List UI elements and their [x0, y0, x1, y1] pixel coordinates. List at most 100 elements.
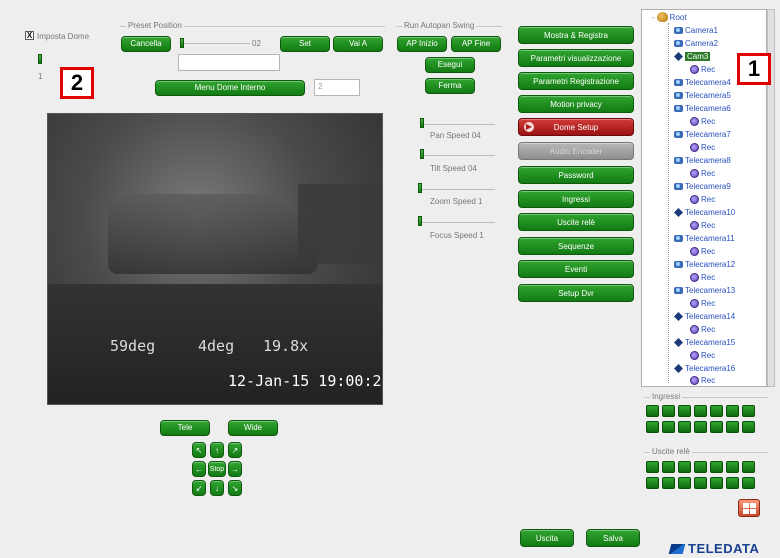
tree-camera-label: Telecamera6	[685, 104, 731, 113]
camera-icon	[674, 287, 683, 294]
dome-camera-icon	[674, 338, 683, 347]
focus-speed-thumb[interactable]	[418, 216, 422, 226]
tree-rec[interactable]: Rec	[690, 117, 715, 126]
tree-rec[interactable]: Rec	[690, 325, 715, 334]
menu-parametri-registrazione-button[interactable]: Parametri Registrazione	[518, 72, 634, 90]
tree-rec[interactable]: Rec	[690, 299, 715, 308]
input-led	[742, 405, 755, 417]
tree-connector	[668, 23, 669, 383]
relay-led	[646, 461, 659, 473]
tree-camera-label: Telecamera15	[685, 338, 736, 347]
tree-rec-label: Rec	[701, 247, 716, 256]
tree-rec[interactable]: Rec	[690, 143, 715, 152]
menu-dome-setup-button[interactable]: ▶ Dome Setup	[518, 118, 634, 136]
camera-icon	[674, 105, 683, 112]
menu-motion-privacy-button[interactable]: Motion privacy	[518, 95, 634, 113]
camera-icon	[674, 261, 683, 268]
menu-uscite-rele-button[interactable]: Uscite relè	[518, 213, 634, 231]
tree-camera-6[interactable]: Telecamera6	[674, 104, 731, 113]
tree-camera-16[interactable]: Telecamera16	[674, 364, 735, 373]
tree-rec[interactable]: Rec	[690, 273, 715, 282]
tree-camera-13[interactable]: Telecamera13	[674, 286, 735, 295]
camera-icon	[674, 79, 683, 86]
menu-mostra-registra-button[interactable]: Mostra & Registra	[518, 26, 634, 44]
ptz-up-left-button[interactable]: ↖	[192, 442, 206, 458]
ptz-up-right-button[interactable]: ↗	[228, 442, 242, 458]
tree-rec[interactable]: Rec	[690, 351, 715, 360]
relay-led	[694, 461, 707, 473]
imposta-dome-checkbox[interactable]: X	[25, 31, 34, 40]
menu-password-button[interactable]: Password	[518, 166, 634, 184]
menu-eventi-button[interactable]: Eventi	[518, 260, 634, 278]
tree-root[interactable]: - Root	[652, 12, 687, 22]
grid-settings-icon[interactable]	[738, 499, 760, 517]
ptz-down-button[interactable]: ↓	[210, 480, 224, 496]
menu-ingressi-button[interactable]: Ingressi	[518, 190, 634, 208]
ptz-stop-button[interactable]: Stop	[208, 461, 226, 477]
menu-sequenze-button[interactable]: Sequenze	[518, 237, 634, 255]
tree-rec[interactable]: Rec	[690, 221, 715, 230]
zoom-wide-button[interactable]: Wide	[228, 420, 278, 436]
preset-slider-thumb[interactable]	[180, 38, 184, 48]
tree-camera-10[interactable]: Telecamera10	[674, 208, 735, 217]
dome-camera-icon	[674, 364, 683, 373]
preset-name-input[interactable]	[178, 54, 280, 71]
pan-speed-thumb[interactable]	[420, 118, 424, 128]
zoom-speed-thumb[interactable]	[418, 183, 422, 193]
exit-button[interactable]: Uscita	[520, 529, 574, 547]
preset-goto-button[interactable]: Vai A	[333, 36, 383, 52]
tree-camera-4[interactable]: Telecamera4	[674, 78, 731, 87]
callout-2: 2	[60, 67, 94, 99]
preset-set-button[interactable]: Set	[280, 36, 330, 52]
relay-led	[710, 477, 723, 489]
arrow-down-right-icon: ↘	[231, 484, 239, 493]
input-led	[726, 421, 739, 433]
camera-video-view[interactable]: 59deg 4deg 19.8x 12-Jan-15 19:00:27	[47, 113, 383, 405]
autopan-end-button[interactable]: AP Fine	[451, 36, 501, 52]
save-button[interactable]: Salva	[586, 529, 640, 547]
tree-rec[interactable]: Rec	[690, 247, 715, 256]
tree-camera-11[interactable]: Telecamera11	[674, 234, 735, 243]
tree-rec[interactable]: Rec	[690, 169, 715, 178]
rec-icon	[690, 169, 699, 178]
menu-parametri-visualizzazione-button[interactable]: Parametri visualizzazione	[518, 49, 634, 67]
autopan-run-button[interactable]: Esegui	[425, 57, 475, 73]
tree-camera-12[interactable]: Telecamera12	[674, 260, 735, 269]
rec-icon	[690, 195, 699, 204]
ptz-up-button[interactable]: ↑	[210, 442, 224, 458]
ptz-down-left-button[interactable]: ↙	[192, 480, 206, 496]
tree-camera-15[interactable]: Telecamera15	[674, 338, 735, 347]
relay-led	[726, 461, 739, 473]
preset-cancel-button[interactable]: Cancella	[121, 36, 171, 52]
dome-slider-thumb[interactable]	[38, 54, 42, 64]
menu-dome-interno-button[interactable]: Menu Dome Interno	[155, 80, 305, 96]
tree-rec[interactable]: Rec	[690, 376, 715, 385]
tree-rec[interactable]: Rec	[690, 195, 715, 204]
tree-camera-2[interactable]: Camera2	[674, 39, 718, 48]
ptz-down-right-button[interactable]: ↘	[228, 480, 242, 496]
relay-led	[678, 461, 691, 473]
tree-rec[interactable]: Rec	[690, 65, 715, 74]
imposta-dome-label: Imposta Dome	[37, 32, 90, 41]
menu-dome-interno-input[interactable]: 2	[314, 79, 360, 96]
ptz-right-button[interactable]: →	[228, 461, 242, 477]
tree-camera-1[interactable]: Camera1	[674, 26, 718, 35]
autopan-start-button[interactable]: AP Inizio	[397, 36, 447, 52]
menu-setup-dvr-button[interactable]: Setup Dvr	[518, 284, 634, 302]
ptz-left-button[interactable]: ←	[192, 461, 206, 477]
tree-camera-3[interactable]: Cam3	[674, 52, 711, 61]
tree-rec-label: Rec	[701, 376, 716, 385]
tree-camera-14[interactable]: Telecamera14	[674, 312, 735, 321]
tree-camera-7[interactable]: Telecamera7	[674, 130, 731, 139]
grid-cell	[750, 503, 756, 508]
relay-led	[694, 477, 707, 489]
tilt-speed-thumb[interactable]	[420, 149, 424, 159]
teledata-logo: TELEDATA	[668, 541, 759, 556]
autopan-stop-button[interactable]: Ferma	[425, 78, 475, 94]
preset-slider-track	[180, 43, 250, 44]
tree-camera-5[interactable]: Telecamera5	[674, 91, 731, 100]
tree-camera-8[interactable]: Telecamera8	[674, 156, 731, 165]
arrow-right-icon: →	[231, 465, 239, 474]
tree-camera-9[interactable]: Telecamera9	[674, 182, 731, 191]
zoom-tele-button[interactable]: Tele	[160, 420, 210, 436]
